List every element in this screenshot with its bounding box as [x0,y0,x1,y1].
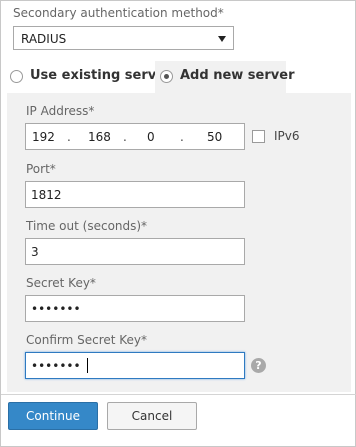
secret-key-value: ••••••• [31,302,81,316]
secret-key-field[interactable]: ••••••• [25,295,245,322]
radio-use-existing[interactable] [10,70,23,83]
confirm-secret-key-value: ••••••• [31,359,81,373]
ip-octet[interactable]: 192 [32,130,55,144]
radio-add-new[interactable] [160,70,173,83]
footer-divider [1,394,356,395]
timeout-value: 3 [31,245,39,259]
tab-use-existing-server[interactable]: Use existing server [7,61,171,93]
cancel-button[interactable]: Cancel [107,402,197,430]
ip-separator: . [123,130,127,144]
continue-button[interactable]: Continue [8,402,98,430]
tab-label: Add new server [180,68,295,83]
server-tabs: Use existing server Add new server [1,61,356,93]
method-label: Secondary authentication method* [13,6,224,20]
auth-method-value: RADIUS [21,32,67,46]
ipv6-label: IPv6 [274,129,300,143]
tab-add-new-server[interactable]: Add new server [155,61,294,93]
dialog: Secondary authentication method* RADIUS … [0,0,356,447]
help-icon[interactable]: ? [251,358,266,373]
confirm-secret-key-field[interactable]: ••••••• [25,352,245,379]
ip-address-label: IP Address* [26,104,95,118]
port-field[interactable]: 1812 [25,181,245,208]
ipv6-checkbox[interactable] [252,130,265,143]
text-caret [87,358,88,373]
ip-octet[interactable]: 168 [88,130,111,144]
port-value: 1812 [31,188,62,202]
timeout-label: Time out (seconds)* [26,219,148,233]
tab-label: Use existing server [30,68,172,83]
port-label: Port* [26,162,56,176]
chevron-down-icon [218,36,226,42]
confirm-secret-key-label: Confirm Secret Key* [26,333,148,347]
secret-key-label: Secret Key* [26,276,96,290]
ip-separator: . [67,130,71,144]
timeout-field[interactable]: 3 [25,238,245,265]
ip-octet[interactable]: 50 [207,130,222,144]
auth-method-select[interactable]: RADIUS [13,26,234,50]
ip-separator: . [180,130,184,144]
ip-address-field[interactable]: 192 . 168 . 0 . 50 [25,123,245,150]
ip-octet[interactable]: 0 [147,130,155,144]
